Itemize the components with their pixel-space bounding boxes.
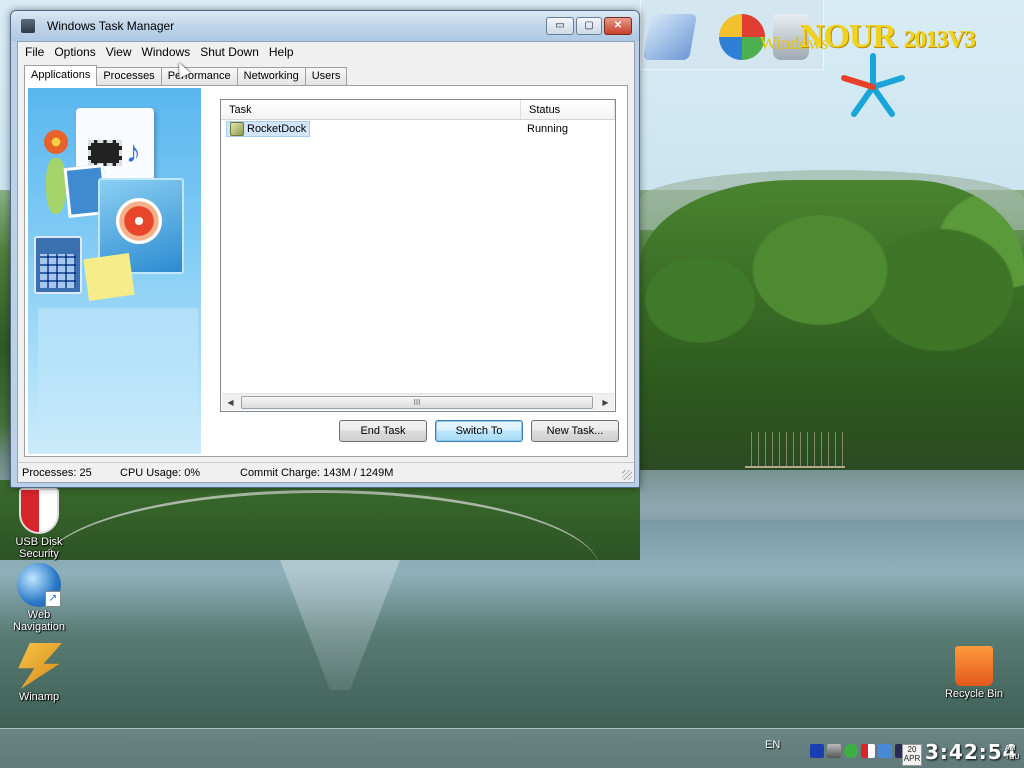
scroll-thumb[interactable]: III [241,396,593,409]
tab-performance[interactable]: Performance [160,67,238,86]
window-client-area: File Options View Windows Shut Down Help… [17,41,635,483]
desktop-icon-web-navigation[interactable]: ↗ Web Navigation [2,563,76,633]
vase-icon [46,158,66,214]
language-indicator[interactable]: EN [765,739,780,751]
date-day: 20 [907,745,917,754]
applications-side-artwork: ♪ [28,88,201,454]
brand-name: NOUR [800,18,897,55]
clock-time[interactable]: 3:42:54 [925,740,1018,764]
status-cpu-usage: CPU Usage: 0% [120,467,201,479]
tab-networking[interactable]: Networking [236,67,306,86]
brand-version: 2013V3 [903,27,976,53]
menu-shut-down[interactable]: Shut Down [195,42,264,62]
new-task-button[interactable]: New Task... [531,420,619,442]
switch-to-button[interactable]: Switch To [435,420,523,442]
tray-shield-icon[interactable] [861,744,875,758]
column-header-task[interactable]: Task [221,100,521,119]
tree-line [640,180,1024,470]
tray-square-icon[interactable] [810,744,824,758]
clock-ampm: AM [1005,745,1016,752]
task-status: Running [527,123,568,135]
application-icon [230,122,244,136]
tray-security-icon[interactable] [844,744,858,758]
desktop-icon-label: Recycle Bin [944,688,1004,700]
date-month: APR [903,754,921,763]
task-cell: RocketDock [221,121,521,137]
network-icon[interactable] [642,14,698,60]
menu-view[interactable]: View [101,42,137,62]
film-strip-icon [88,140,122,166]
tray-network-icon[interactable] [827,744,841,758]
task-list[interactable]: Task Status RocketDock Running ◀ III ▶ [220,99,616,412]
table-row[interactable]: RocketDock Running [221,120,615,138]
winamp-icon [18,643,62,689]
desktop-icon-label: Winamp [18,691,60,703]
windows-logo-icon[interactable] [719,14,765,60]
task-manager-icon [21,19,35,33]
calculator-icon [34,236,82,294]
tab-users[interactable]: Users [304,67,348,86]
sticky-note-icon [83,253,135,301]
menu-options[interactable]: Options [49,42,100,62]
column-header-status[interactable]: Status [521,100,615,119]
task-list-header: Task Status [221,100,615,120]
selected-task[interactable]: RocketDock [226,121,311,137]
desktop-icon-label: USB Disk Security [15,536,63,560]
shortcut-arrow-icon: ↗ [45,591,61,607]
applications-panel: ♪ Task Status RocketDock Running ◀ III ▶… [24,85,628,457]
tray-monitor-icon[interactable] [878,744,892,758]
tab-processes[interactable]: Processes [96,67,162,86]
desktop-icon-usb-disk-security[interactable]: USB Disk Security [2,488,76,560]
desktop-icon-recycle-bin[interactable]: Recycle Bin [937,646,1011,700]
clock-meta: AM THU [1005,744,1019,762]
brand-logo-text: NOUR 2013V3 [800,18,976,56]
artwork-reflection [38,308,198,448]
minimize-button[interactable]: ▭ [546,17,574,35]
scroll-right-icon[interactable]: ▶ [597,394,614,411]
horizontal-scrollbar[interactable]: ◀ III ▶ [222,393,614,410]
title-bar[interactable]: Windows Task Manager ▭ ▢ ✕ [11,11,639,41]
end-task-button[interactable]: End Task [339,420,427,442]
flower-icon [44,130,68,154]
menu-help[interactable]: Help [264,42,299,62]
calendar-date[interactable]: 20 APR [902,744,922,766]
disc-icon [116,198,162,244]
status-processes: Processes: 25 [22,467,92,479]
desktop-icon-label: Web Navigation [13,609,65,633]
maximize-button[interactable]: ▢ [576,17,602,35]
close-button[interactable]: ✕ [604,17,632,35]
task-name: RocketDock [247,123,307,135]
desktop-icon-winamp[interactable]: Winamp [2,643,76,703]
window-title: Windows Task Manager [47,19,175,33]
scroll-left-icon[interactable]: ◀ [222,394,239,411]
menu-file[interactable]: File [20,42,49,62]
resize-grip-icon[interactable] [622,470,632,480]
shield-icon [19,488,59,534]
system-tray [810,744,909,762]
task-manager-window: Windows Task Manager ▭ ▢ ✕ File Options … [10,10,640,488]
music-note-icon: ♪ [126,136,141,169]
star-logo-icon [841,53,905,117]
status-commit-charge: Commit Charge: 143M / 1249M [240,467,394,479]
menu-bar: File Options View Windows Shut Down Help [18,42,634,62]
globe-icon: ↗ [17,563,61,607]
status-bar: Processes: 25 CPU Usage: 0% Commit Charg… [18,462,634,482]
menu-windows[interactable]: Windows [137,42,196,62]
recycle-bin-icon [955,646,993,686]
tab-applications[interactable]: Applications [24,65,98,86]
clock-weekday: THU [1005,754,1020,761]
fishing-net [745,432,845,468]
